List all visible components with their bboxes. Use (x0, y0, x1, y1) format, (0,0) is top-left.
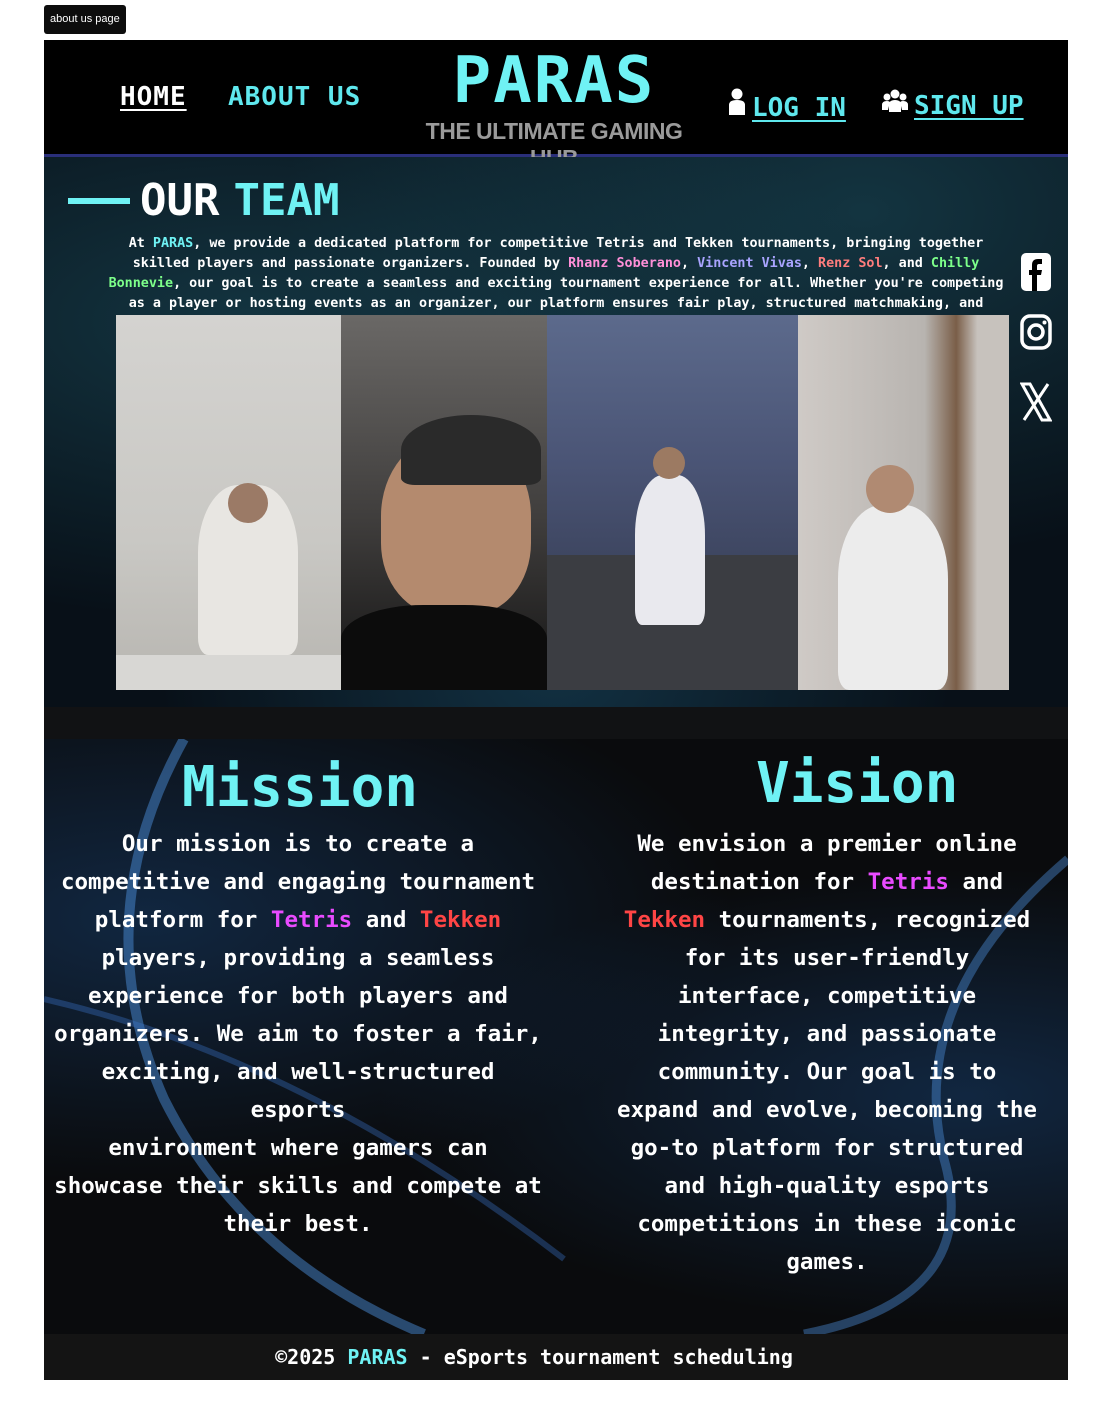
team-photo-4 (798, 315, 1009, 690)
team-photos (116, 315, 1009, 690)
vision-text: We envision a premier online destination… (617, 831, 1037, 1275)
footer-text: ©2025 PARAS - eSports tournament schedul… (275, 1345, 793, 1369)
section-divider (44, 707, 1068, 739)
page-tab-label: about us page (44, 5, 126, 34)
game-tetris: Tetris (867, 869, 949, 895)
game-tekken: Tekken (419, 907, 502, 933)
team-photo-1 (116, 315, 341, 690)
heading-word-our: OUR (140, 175, 220, 226)
user-icon (728, 88, 746, 122)
mission-text: Our mission is to create a competitive a… (54, 831, 542, 1237)
heading-word-team: TEAM (233, 175, 340, 226)
facebook-icon[interactable] (1019, 252, 1053, 301)
site-footer: ©2025 PARAS - eSports tournament schedul… (44, 1334, 1068, 1380)
page-frame: HOME ABOUT US PARAS THE ULTIMATE GAMING … (44, 40, 1068, 1380)
game-tekken: Tekken (623, 907, 706, 933)
login-label: LOG IN (752, 93, 846, 123)
game-tetris: Tetris (270, 907, 353, 933)
founder-name: Vincent Vivas (697, 256, 802, 272)
nav-about-link[interactable]: ABOUT US (228, 82, 361, 112)
founder-name: Renz Sol (818, 256, 883, 272)
heading-dash (68, 197, 130, 204)
our-team-heading: OUR TEAM (68, 175, 339, 226)
brand-logo-title[interactable]: PARAS (444, 44, 664, 118)
vision-title: Vision (756, 751, 959, 816)
signup-label: SIGN UP (914, 91, 1024, 121)
nav-home-link[interactable]: HOME (120, 82, 187, 112)
mission-title: Mission (182, 755, 419, 820)
mission-vision-section: Mission Vision Our mission is to create … (44, 739, 1068, 1334)
login-link[interactable]: LOG IN (728, 88, 846, 123)
signup-link[interactable]: SIGN UP (882, 88, 1024, 121)
our-team-section: OUR TEAM At PARAS, we provide a dedicate… (44, 157, 1068, 707)
team-photo-2 (341, 315, 547, 690)
brand-mention: PARAS (152, 236, 194, 252)
x-twitter-icon[interactable] (1019, 380, 1053, 433)
users-icon (882, 88, 908, 120)
team-photo-3 (547, 315, 798, 690)
instagram-icon[interactable] (1019, 312, 1053, 361)
site-header: HOME ABOUT US PARAS THE ULTIMATE GAMING … (44, 40, 1068, 171)
founder-name: Rhanz Soberano (568, 256, 681, 272)
footer-brand: PARAS (347, 1345, 408, 1369)
